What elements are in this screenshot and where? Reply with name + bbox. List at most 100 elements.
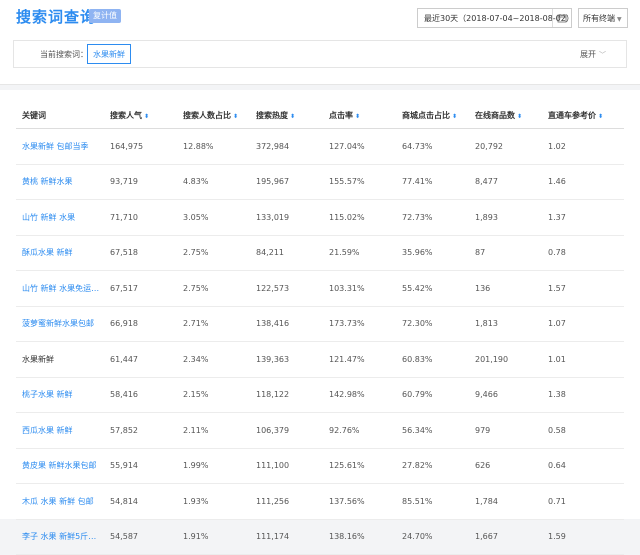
table-cell: 72.73% <box>396 199 469 236</box>
keyword-link[interactable]: 桃子水果 新鲜 <box>16 377 104 413</box>
table-cell: 35.96% <box>396 235 469 271</box>
table-cell: 0.64 <box>542 448 624 484</box>
table-cell: 1,893 <box>469 199 542 236</box>
table-cell: 60.79% <box>396 377 469 413</box>
column-header[interactable]: 商城点击占比 ⬍ <box>396 102 469 129</box>
table-cell: 111,100 <box>250 448 323 484</box>
table-cell: 9,466 <box>469 377 542 413</box>
table-cell: 0.58 <box>542 412 624 449</box>
table-cell: 2.15% <box>177 377 250 413</box>
keyword-table-panel: 关键词 搜索人气 ⬍ 搜索人数占比 ⬍ 搜索热度 ⬍ 点击率 ⬍ 商城点击占比 ⬍ 在线商品数 ⬍ 直通车… <box>0 90 640 555</box>
sort-icon[interactable]: ⬍ <box>598 113 603 120</box>
table-cell: 61,447 <box>104 341 177 378</box>
table-cell: 85.51% <box>396 483 469 520</box>
keyword-link[interactable]: 山竹 新鲜 水果免运费1... <box>16 270 104 307</box>
table-cell: 133,019 <box>250 199 323 236</box>
channel-select[interactable]: 所有终端 ▼ <box>578 8 628 28</box>
keyword-link[interactable]: 木瓜 水果 新鲜 包邮 <box>16 483 104 520</box>
table-cell: 1.38 <box>542 377 624 413</box>
table-row: 水果新鲜 61,447 2.34% 139,363 121.47% 60.83% 201,1… <box>16 341 624 378</box>
table-cell: 1.46 <box>542 164 624 200</box>
table-cell: 1,784 <box>469 483 542 520</box>
table-header-row: 关键词 搜索人气 ⬍ 搜索人数占比 ⬍ 搜索热度 ⬍ 点击率 ⬍ 商城点击占比 ⬍ 在线商品数 ⬍ 直通车… <box>16 102 624 129</box>
table-cell: 137.56% <box>323 483 396 520</box>
sort-icon[interactable]: ⬍ <box>355 113 360 120</box>
filter-label: 当前搜索词： <box>40 50 88 59</box>
column-header-label: 点击率 <box>329 110 353 120</box>
table-cell: 2.71% <box>177 306 250 342</box>
keyword-link[interactable]: 山竹 新鲜 水果 <box>16 199 104 236</box>
table-cell: 54,814 <box>104 483 177 520</box>
search-term-tag[interactable]: 水果新鲜 <box>87 44 131 64</box>
table-cell: 1.57 <box>542 270 624 307</box>
column-header[interactable]: 搜索热度 ⬍ <box>250 102 323 129</box>
table-cell: 1.59 <box>542 519 624 555</box>
search-term-filter: 当前搜索词： 水果新鲜 展开 ﹀ <box>13 40 627 68</box>
keyword-link[interactable]: 黄皮果 新鲜水果包邮 <box>16 448 104 484</box>
table-cell: 127.04% <box>323 128 396 165</box>
table-cell: 201,190 <box>469 341 542 378</box>
table-cell: 138,416 <box>250 306 323 342</box>
caret-down-icon: ▼ <box>617 16 622 23</box>
table-cell: 67,517 <box>104 270 177 307</box>
table-cell: 979 <box>469 412 542 449</box>
keyword-link[interactable]: 黄桃 新鲜水果 <box>16 164 104 200</box>
table-cell: 21.59% <box>323 235 396 271</box>
sort-icon[interactable]: ⬍ <box>233 113 238 120</box>
sort-icon[interactable]: ⬍ <box>144 113 149 120</box>
table-cell: 142.98% <box>323 377 396 413</box>
table-cell: 1.02 <box>542 128 624 165</box>
table-cell: 93,719 <box>104 164 177 200</box>
table-cell: 0.71 <box>542 483 624 520</box>
column-header[interactable]: 搜索人气 ⬍ <box>104 102 177 129</box>
expand-toggle[interactable]: 展开 ﹀ <box>580 49 606 60</box>
table-cell: 84,211 <box>250 235 323 271</box>
calendar-icon[interactable] <box>552 9 571 27</box>
table-cell: 111,256 <box>250 483 323 520</box>
table-cell: 24.70% <box>396 519 469 555</box>
table-cell: 64.73% <box>396 128 469 165</box>
keyword-table: 关键词 搜索人气 ⬍ 搜索人数占比 ⬍ 搜索热度 ⬍ 点击率 ⬍ 商城点击占比 ⬍ 在线商品数 ⬍ 直通车… <box>16 102 624 555</box>
table-cell: 125.61% <box>323 448 396 484</box>
table-cell: 118,122 <box>250 377 323 413</box>
column-header-label: 关键词 <box>22 110 46 120</box>
table-cell: 138.16% <box>323 519 396 555</box>
keyword-link[interactable]: 酥瓜水果 新鲜 <box>16 235 104 271</box>
table-cell: 2.75% <box>177 235 250 271</box>
table-cell: 8,477 <box>469 164 542 200</box>
table-cell: 106,379 <box>250 412 323 449</box>
table-cell: 372,984 <box>250 128 323 165</box>
sort-icon[interactable]: ⬍ <box>517 113 522 120</box>
table-cell: 164,975 <box>104 128 177 165</box>
sort-icon[interactable]: ⬍ <box>290 113 295 120</box>
table-cell: 54,587 <box>104 519 177 555</box>
table-cell: 57,852 <box>104 412 177 449</box>
table-cell: 92.76% <box>323 412 396 449</box>
table-cell: 27.82% <box>396 448 469 484</box>
header-panel: 搜索词查询 复计值 最近30天（2018-07-04~2018-08-02） 所… <box>0 0 640 85</box>
column-header-label: 商城点击占比 <box>402 110 450 120</box>
keyword-link[interactable]: 西瓜水果 新鲜 <box>16 412 104 449</box>
date-range-picker[interactable]: 最近30天（2018-07-04~2018-08-02） <box>417 8 574 28</box>
table-cell: 1.01 <box>542 341 624 378</box>
table-cell: 195,967 <box>250 164 323 200</box>
table-cell: 55,914 <box>104 448 177 484</box>
column-header[interactable]: 直通车参考价 ⬍ <box>542 102 624 129</box>
column-header-label: 搜索人数占比 <box>183 110 231 120</box>
table-cell: 1.91% <box>177 519 250 555</box>
sort-icon[interactable]: ⬍ <box>452 113 457 120</box>
keyword-link[interactable]: 李子 水果 新鲜5斤包邮... <box>16 519 104 555</box>
table-cell: 0.78 <box>542 235 624 271</box>
table-cell: 20,792 <box>469 128 542 165</box>
keyword-link[interactable]: 菠萝蜜新鲜水果包邮 <box>16 306 104 342</box>
expand-label: 展开 <box>580 50 596 59</box>
column-header[interactable]: 搜索人数占比 ⬍ <box>177 102 250 129</box>
table-cell: 1.93% <box>177 483 250 520</box>
column-header[interactable]: 点击率 ⬍ <box>323 102 396 129</box>
keyword-link[interactable]: 水果新鲜 包邮当季 <box>16 128 104 165</box>
table-cell: 1,667 <box>469 519 542 555</box>
table-cell: 111,174 <box>250 519 323 555</box>
table-row: 桃子水果 新鲜 58,416 2.15% 118,122 142.98% 60.79% 9,… <box>16 377 624 413</box>
column-header[interactable]: 在线商品数 ⬍ <box>469 102 542 129</box>
table-row: 山竹 新鲜 水果免运费1... 67,517 2.75% 122,573 103.31%… <box>16 270 624 307</box>
